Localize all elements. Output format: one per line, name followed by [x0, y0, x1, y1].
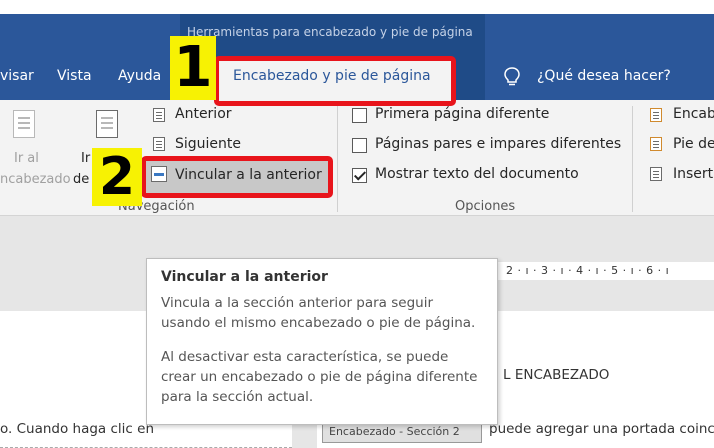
- top-strip: [0, 0, 714, 14]
- go-to-footer-label-2[interactable]: de: [73, 171, 89, 189]
- different-odd-even-label: Páginas pares e impares diferentes: [375, 136, 622, 152]
- options-group-label: Opciones: [455, 199, 516, 214]
- footer-position-icon: [650, 137, 662, 151]
- lightbulb-icon: [504, 67, 520, 86]
- show-document-text-label: Mostrar texto del documento: [375, 166, 579, 182]
- highlight-box-link-button: [141, 156, 333, 198]
- document-body-text-right: puede agregar una portada coinc: [489, 421, 714, 437]
- go-to-footer-label-1[interactable]: Ir: [81, 150, 90, 168]
- insert-alignment-tab-icon: [650, 167, 662, 181]
- header-placeholder-text: L ENCABEZADO: [503, 367, 610, 383]
- insert-alignment-tab-button[interactable]: Inserta: [673, 166, 714, 182]
- group-separator: [337, 106, 338, 212]
- different-odd-even-checkbox[interactable]: [352, 138, 367, 153]
- step-2-badge: 2: [92, 148, 142, 206]
- different-first-page-label: Primera página diferente: [375, 106, 550, 122]
- previous-section-button[interactable]: Anterior: [175, 106, 232, 122]
- previous-section-icon: [153, 108, 165, 122]
- tab-help[interactable]: Ayuda: [118, 68, 161, 84]
- tooltip-title: Vincular a la anterior: [161, 269, 328, 285]
- show-document-text-checkbox[interactable]: [352, 168, 367, 183]
- header-position-button[interactable]: Encab: [673, 106, 714, 122]
- step-1-badge: 1: [170, 36, 216, 100]
- tooltip-description: Vincula a la sección anterior para segui…: [161, 295, 476, 331]
- highlight-box-tab: [214, 56, 456, 106]
- horizontal-ruler[interactable]: 2 · ı · 3 · ı · 4 · ı · 5 · ı · 6 · ı: [498, 262, 714, 280]
- header-position-icon: [650, 108, 662, 122]
- go-to-footer-icon: [96, 110, 118, 138]
- link-to-previous-tooltip: Vincular a la anterior Vincula a la secc…: [146, 258, 498, 425]
- next-section-button[interactable]: Siguiente: [175, 136, 241, 152]
- different-first-page-checkbox[interactable]: [352, 108, 367, 123]
- tell-me-search[interactable]: ¿Qué desea hacer?: [537, 68, 671, 84]
- document-body-text-left: o. Cuando haga clic en: [0, 421, 154, 437]
- next-section-icon: [153, 137, 165, 151]
- group-separator: [632, 106, 633, 212]
- go-to-header-icon: [13, 110, 35, 138]
- tab-view[interactable]: Vista: [57, 68, 92, 84]
- go-to-header-label-1[interactable]: Ir al: [14, 150, 39, 168]
- tab-review[interactable]: visar: [0, 68, 34, 84]
- contextual-tab-group-title: Herramientas para encabezado y pie de pá…: [187, 25, 473, 39]
- footer-position-button[interactable]: Pie de: [673, 136, 714, 152]
- go-to-header-label-2[interactable]: ncabezado: [0, 171, 71, 189]
- tooltip-note: Al desactivar esta característica, se pu…: [161, 349, 478, 405]
